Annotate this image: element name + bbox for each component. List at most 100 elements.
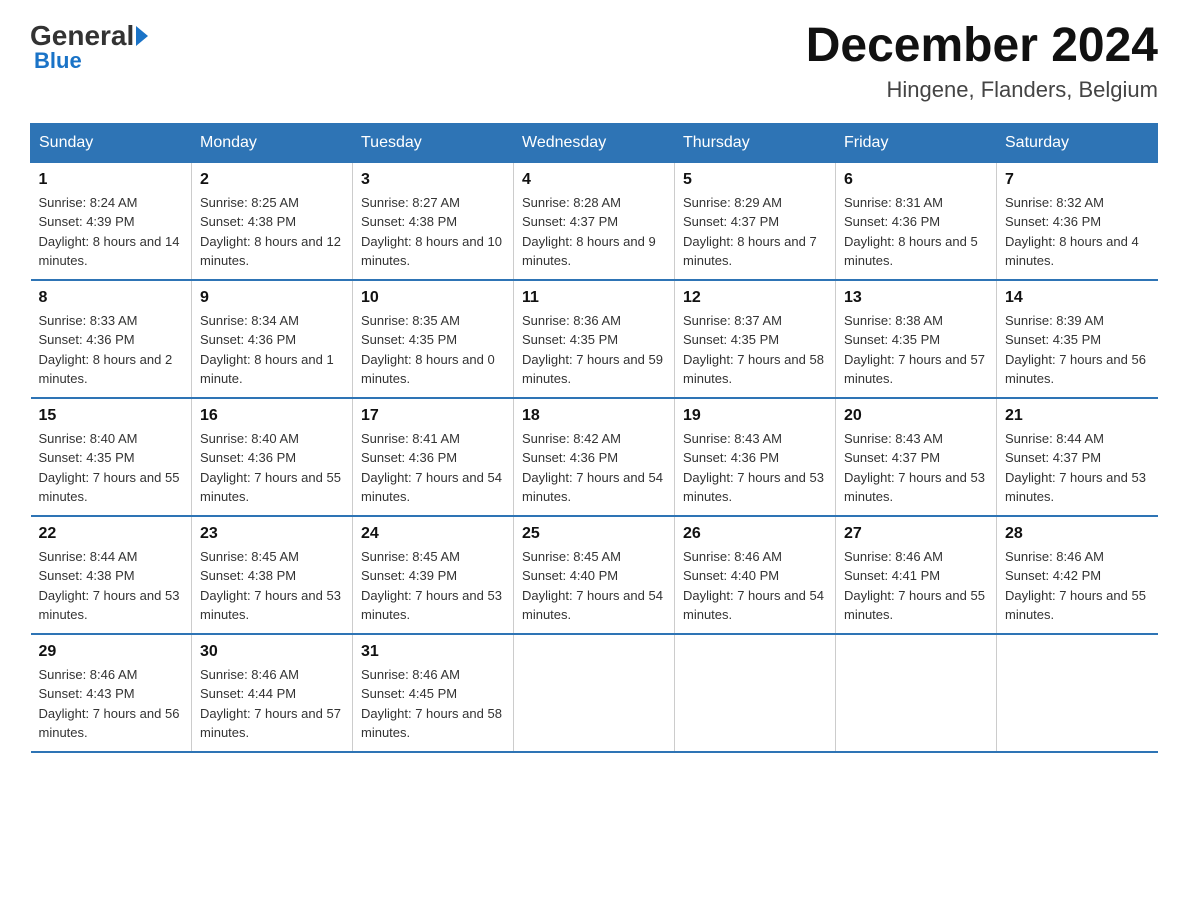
day-number: 14: [1005, 289, 1150, 307]
day-number: 22: [39, 525, 184, 543]
day-info: Sunrise: 8:46 AMSunset: 4:43 PMDaylight:…: [39, 665, 184, 743]
calendar-cell: [997, 634, 1158, 752]
calendar-cell: [836, 634, 997, 752]
day-info: Sunrise: 8:37 AMSunset: 4:35 PMDaylight:…: [683, 311, 827, 389]
weekday-header-thursday: Thursday: [675, 123, 836, 162]
day-number: 30: [200, 643, 344, 661]
calendar-cell: 16 Sunrise: 8:40 AMSunset: 4:36 PMDayligh…: [192, 398, 353, 516]
day-info: Sunrise: 8:35 AMSunset: 4:35 PMDaylight:…: [361, 311, 505, 389]
day-info: Sunrise: 8:33 AMSunset: 4:36 PMDaylight:…: [39, 311, 184, 389]
day-number: 7: [1005, 171, 1150, 189]
calendar-cell: 17 Sunrise: 8:41 AMSunset: 4:36 PMDayligh…: [353, 398, 514, 516]
day-info: Sunrise: 8:43 AMSunset: 4:36 PMDaylight:…: [683, 429, 827, 507]
day-info: Sunrise: 8:39 AMSunset: 4:35 PMDaylight:…: [1005, 311, 1150, 389]
day-number: 5: [683, 171, 827, 189]
day-number: 9: [200, 289, 344, 307]
calendar-cell: 11 Sunrise: 8:36 AMSunset: 4:35 PMDayligh…: [514, 280, 675, 398]
day-number: 4: [522, 171, 666, 189]
calendar-cell: 12 Sunrise: 8:37 AMSunset: 4:35 PMDayligh…: [675, 280, 836, 398]
day-number: 17: [361, 407, 505, 425]
calendar-cell: 1 Sunrise: 8:24 AMSunset: 4:39 PMDaylight…: [31, 162, 192, 280]
day-info: Sunrise: 8:44 AMSunset: 4:38 PMDaylight:…: [39, 547, 184, 625]
day-info: Sunrise: 8:32 AMSunset: 4:36 PMDaylight:…: [1005, 193, 1150, 271]
week-row-2: 8 Sunrise: 8:33 AMSunset: 4:36 PMDaylight…: [31, 280, 1158, 398]
day-number: 25: [522, 525, 666, 543]
calendar-cell: 6 Sunrise: 8:31 AMSunset: 4:36 PMDaylight…: [836, 162, 997, 280]
weekday-header-wednesday: Wednesday: [514, 123, 675, 162]
day-info: Sunrise: 8:27 AMSunset: 4:38 PMDaylight:…: [361, 193, 505, 271]
day-number: 23: [200, 525, 344, 543]
day-number: 3: [361, 171, 505, 189]
day-info: Sunrise: 8:28 AMSunset: 4:37 PMDaylight:…: [522, 193, 666, 271]
day-info: Sunrise: 8:45 AMSunset: 4:38 PMDaylight:…: [200, 547, 344, 625]
calendar-subtitle: Hingene, Flanders, Belgium: [806, 77, 1158, 103]
calendar-cell: 26 Sunrise: 8:46 AMSunset: 4:40 PMDayligh…: [675, 516, 836, 634]
day-number: 18: [522, 407, 666, 425]
calendar-cell: 25 Sunrise: 8:45 AMSunset: 4:40 PMDayligh…: [514, 516, 675, 634]
calendar-cell: 23 Sunrise: 8:45 AMSunset: 4:38 PMDayligh…: [192, 516, 353, 634]
weekday-header-sunday: Sunday: [31, 123, 192, 162]
calendar-cell: 27Sunrise: 8:46 AMSunset: 4:41 PMDayligh…: [836, 516, 997, 634]
day-info: Sunrise: 8:46 AMSunset: 4:40 PMDaylight:…: [683, 547, 827, 625]
day-number: 16: [200, 407, 344, 425]
weekday-header-tuesday: Tuesday: [353, 123, 514, 162]
day-info: Sunrise: 8:40 AMSunset: 4:36 PMDaylight:…: [200, 429, 344, 507]
calendar-title: December 2024: [806, 20, 1158, 73]
calendar-cell: 20Sunrise: 8:43 AMSunset: 4:37 PMDayligh…: [836, 398, 997, 516]
calendar-cell: 3 Sunrise: 8:27 AMSunset: 4:38 PMDaylight…: [353, 162, 514, 280]
day-number: 19: [683, 407, 827, 425]
day-info: Sunrise: 8:31 AMSunset: 4:36 PMDaylight:…: [844, 193, 988, 271]
day-number: 10: [361, 289, 505, 307]
calendar-cell: [514, 634, 675, 752]
day-info: Sunrise: 8:42 AMSunset: 4:36 PMDaylight:…: [522, 429, 666, 507]
week-row-1: 1 Sunrise: 8:24 AMSunset: 4:39 PMDaylight…: [31, 162, 1158, 280]
calendar-cell: 18 Sunrise: 8:42 AMSunset: 4:36 PMDayligh…: [514, 398, 675, 516]
day-info: Sunrise: 8:44 AMSunset: 4:37 PMDaylight:…: [1005, 429, 1150, 507]
logo-area: General Blue: [30, 20, 148, 74]
weekday-header-row: SundayMondayTuesdayWednesdayThursdayFrid…: [31, 123, 1158, 162]
calendar-cell: 19 Sunrise: 8:43 AMSunset: 4:36 PMDayligh…: [675, 398, 836, 516]
calendar-cell: 22 Sunrise: 8:44 AMSunset: 4:38 PMDayligh…: [31, 516, 192, 634]
calendar-cell: 13 Sunrise: 8:38 AMSunset: 4:35 PMDayligh…: [836, 280, 997, 398]
calendar-cell: 9 Sunrise: 8:34 AMSunset: 4:36 PMDaylight…: [192, 280, 353, 398]
day-info: Sunrise: 8:46 AMSunset: 4:42 PMDaylight:…: [1005, 547, 1150, 625]
calendar-cell: 2Sunrise: 8:25 AMSunset: 4:38 PMDaylight…: [192, 162, 353, 280]
day-info: Sunrise: 8:45 AMSunset: 4:39 PMDaylight:…: [361, 547, 505, 625]
calendar-cell: 21 Sunrise: 8:44 AMSunset: 4:37 PMDayligh…: [997, 398, 1158, 516]
day-info: Sunrise: 8:46 AMSunset: 4:44 PMDaylight:…: [200, 665, 344, 743]
day-number: 26: [683, 525, 827, 543]
weekday-header-monday: Monday: [192, 123, 353, 162]
calendar-cell: 28 Sunrise: 8:46 AMSunset: 4:42 PMDayligh…: [997, 516, 1158, 634]
day-info: Sunrise: 8:34 AMSunset: 4:36 PMDaylight:…: [200, 311, 344, 389]
title-area: December 2024 Hingene, Flanders, Belgium: [806, 20, 1158, 103]
day-number: 28: [1005, 525, 1150, 543]
day-info: Sunrise: 8:40 AMSunset: 4:35 PMDaylight:…: [39, 429, 184, 507]
logo-blue-text: Blue: [34, 48, 82, 74]
week-row-3: 15 Sunrise: 8:40 AMSunset: 4:35 PMDayligh…: [31, 398, 1158, 516]
day-number: 20: [844, 407, 988, 425]
calendar-table: SundayMondayTuesdayWednesdayThursdayFrid…: [30, 123, 1158, 753]
day-info: Sunrise: 8:38 AMSunset: 4:35 PMDaylight:…: [844, 311, 988, 389]
day-number: 8: [39, 289, 184, 307]
week-row-5: 29 Sunrise: 8:46 AMSunset: 4:43 PMDayligh…: [31, 634, 1158, 752]
day-info: Sunrise: 8:45 AMSunset: 4:40 PMDaylight:…: [522, 547, 666, 625]
day-number: 12: [683, 289, 827, 307]
day-number: 11: [522, 289, 666, 307]
day-number: 29: [39, 643, 184, 661]
day-number: 6: [844, 171, 988, 189]
day-info: Sunrise: 8:41 AMSunset: 4:36 PMDaylight:…: [361, 429, 505, 507]
weekday-header-friday: Friday: [836, 123, 997, 162]
page-header: General Blue December 2024 Hingene, Flan…: [30, 20, 1158, 103]
calendar-cell: [675, 634, 836, 752]
day-info: Sunrise: 8:25 AMSunset: 4:38 PMDaylight:…: [200, 193, 344, 271]
calendar-cell: 31Sunrise: 8:46 AMSunset: 4:45 PMDayligh…: [353, 634, 514, 752]
day-info: Sunrise: 8:36 AMSunset: 4:35 PMDaylight:…: [522, 311, 666, 389]
day-number: 27: [844, 525, 988, 543]
day-number: 1: [39, 171, 184, 189]
day-number: 21: [1005, 407, 1150, 425]
logo-arrow-icon: [136, 26, 148, 46]
day-number: 13: [844, 289, 988, 307]
day-info: Sunrise: 8:24 AMSunset: 4:39 PMDaylight:…: [39, 193, 184, 271]
day-number: 15: [39, 407, 184, 425]
calendar-cell: 30 Sunrise: 8:46 AMSunset: 4:44 PMDayligh…: [192, 634, 353, 752]
